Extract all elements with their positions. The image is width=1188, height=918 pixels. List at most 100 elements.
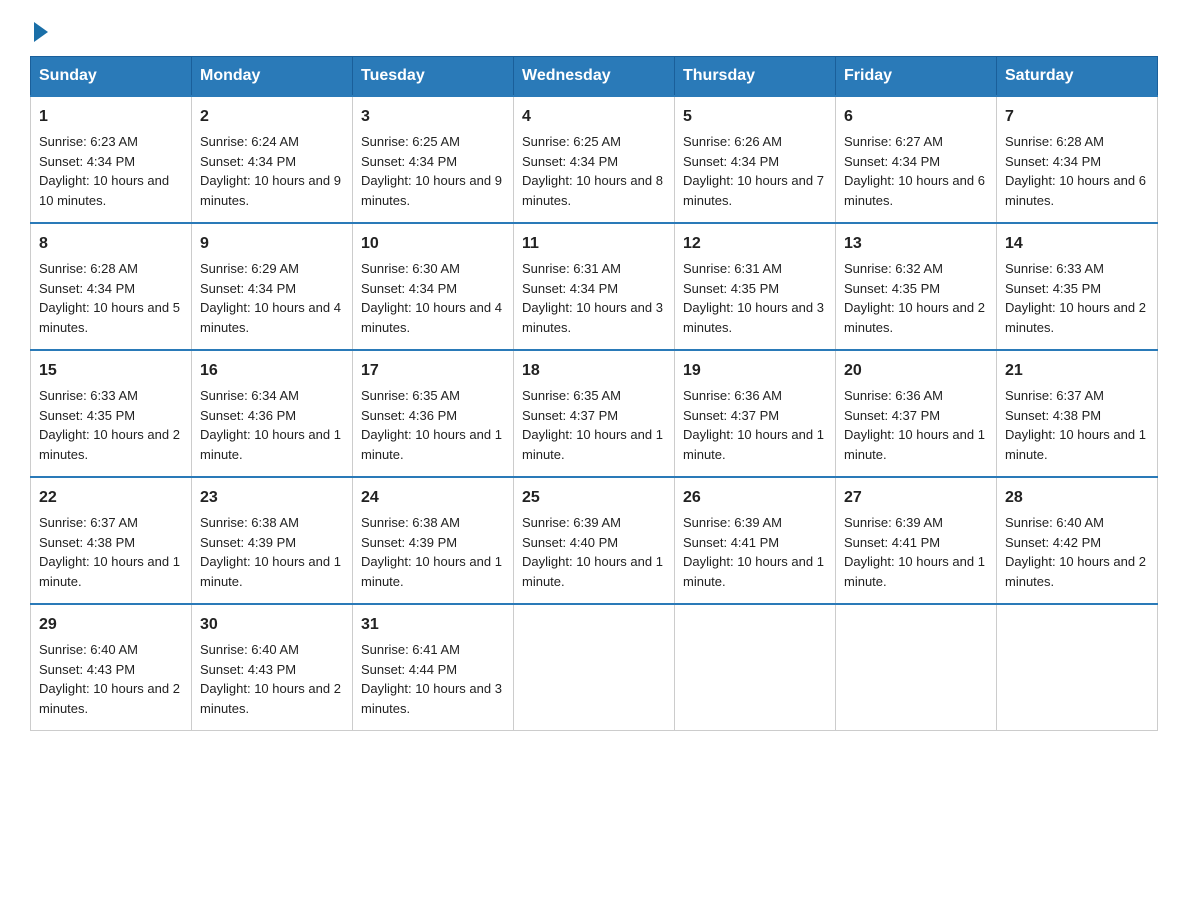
- calendar-cell: 11 Sunrise: 6:31 AM Sunset: 4:34 PM Dayl…: [514, 223, 675, 350]
- calendar-cell: 23 Sunrise: 6:38 AM Sunset: 4:39 PM Dayl…: [192, 477, 353, 604]
- sunset-label: Sunset: 4:34 PM: [39, 154, 135, 169]
- day-header-monday: Monday: [192, 57, 353, 97]
- daylight-label: Daylight: 10 hours and 9 minutes.: [200, 173, 341, 208]
- day-number: 28: [1005, 486, 1149, 510]
- calendar-cell: 24 Sunrise: 6:38 AM Sunset: 4:39 PM Dayl…: [353, 477, 514, 604]
- daylight-label: Daylight: 10 hours and 1 minute.: [361, 427, 502, 462]
- sunrise-label: Sunrise: 6:39 AM: [683, 515, 782, 530]
- sunset-label: Sunset: 4:40 PM: [522, 535, 618, 550]
- calendar-cell: 12 Sunrise: 6:31 AM Sunset: 4:35 PM Dayl…: [675, 223, 836, 350]
- day-number: 9: [200, 232, 344, 256]
- calendar-cell: 26 Sunrise: 6:39 AM Sunset: 4:41 PM Dayl…: [675, 477, 836, 604]
- daylight-label: Daylight: 10 hours and 1 minute.: [361, 554, 502, 589]
- calendar-cell: [675, 604, 836, 731]
- day-number: 11: [522, 232, 666, 256]
- day-number: 18: [522, 359, 666, 383]
- daylight-label: Daylight: 10 hours and 2 minutes.: [39, 427, 180, 462]
- sunrise-label: Sunrise: 6:36 AM: [844, 388, 943, 403]
- day-header-thursday: Thursday: [675, 57, 836, 97]
- sunset-label: Sunset: 4:43 PM: [200, 662, 296, 677]
- day-number: 31: [361, 613, 505, 637]
- daylight-label: Daylight: 10 hours and 3 minutes.: [683, 300, 824, 335]
- logo-arrow-icon: [34, 22, 48, 42]
- sunrise-label: Sunrise: 6:40 AM: [39, 642, 138, 657]
- daylight-label: Daylight: 10 hours and 4 minutes.: [361, 300, 502, 335]
- sunrise-label: Sunrise: 6:28 AM: [39, 261, 138, 276]
- calendar-cell: 27 Sunrise: 6:39 AM Sunset: 4:41 PM Dayl…: [836, 477, 997, 604]
- calendar-cell: 14 Sunrise: 6:33 AM Sunset: 4:35 PM Dayl…: [997, 223, 1158, 350]
- calendar-cell: 25 Sunrise: 6:39 AM Sunset: 4:40 PM Dayl…: [514, 477, 675, 604]
- sunrise-label: Sunrise: 6:25 AM: [361, 134, 460, 149]
- day-header-friday: Friday: [836, 57, 997, 97]
- sunset-label: Sunset: 4:44 PM: [361, 662, 457, 677]
- daylight-label: Daylight: 10 hours and 2 minutes.: [39, 681, 180, 716]
- day-number: 10: [361, 232, 505, 256]
- sunrise-label: Sunrise: 6:25 AM: [522, 134, 621, 149]
- sunset-label: Sunset: 4:34 PM: [522, 281, 618, 296]
- sunrise-label: Sunrise: 6:38 AM: [361, 515, 460, 530]
- day-number: 17: [361, 359, 505, 383]
- calendar-cell: 4 Sunrise: 6:25 AM Sunset: 4:34 PM Dayli…: [514, 96, 675, 223]
- day-number: 4: [522, 105, 666, 129]
- day-header-tuesday: Tuesday: [353, 57, 514, 97]
- day-number: 13: [844, 232, 988, 256]
- day-header-wednesday: Wednesday: [514, 57, 675, 97]
- calendar-cell: 10 Sunrise: 6:30 AM Sunset: 4:34 PM Dayl…: [353, 223, 514, 350]
- sunset-label: Sunset: 4:39 PM: [361, 535, 457, 550]
- sunset-label: Sunset: 4:41 PM: [683, 535, 779, 550]
- calendar-cell: 13 Sunrise: 6:32 AM Sunset: 4:35 PM Dayl…: [836, 223, 997, 350]
- sunset-label: Sunset: 4:34 PM: [844, 154, 940, 169]
- day-number: 7: [1005, 105, 1149, 129]
- sunrise-label: Sunrise: 6:23 AM: [39, 134, 138, 149]
- calendar-week-row: 15 Sunrise: 6:33 AM Sunset: 4:35 PM Dayl…: [31, 350, 1158, 477]
- day-number: 16: [200, 359, 344, 383]
- sunset-label: Sunset: 4:34 PM: [39, 281, 135, 296]
- daylight-label: Daylight: 10 hours and 4 minutes.: [200, 300, 341, 335]
- calendar-week-row: 8 Sunrise: 6:28 AM Sunset: 4:34 PM Dayli…: [31, 223, 1158, 350]
- calendar-cell: 21 Sunrise: 6:37 AM Sunset: 4:38 PM Dayl…: [997, 350, 1158, 477]
- day-number: 22: [39, 486, 183, 510]
- sunrise-label: Sunrise: 6:38 AM: [200, 515, 299, 530]
- sunrise-label: Sunrise: 6:27 AM: [844, 134, 943, 149]
- daylight-label: Daylight: 10 hours and 1 minute.: [522, 554, 663, 589]
- sunset-label: Sunset: 4:34 PM: [522, 154, 618, 169]
- daylight-label: Daylight: 10 hours and 10 minutes.: [39, 173, 169, 208]
- sunrise-label: Sunrise: 6:39 AM: [522, 515, 621, 530]
- sunset-label: Sunset: 4:35 PM: [39, 408, 135, 423]
- sunrise-label: Sunrise: 6:29 AM: [200, 261, 299, 276]
- calendar-cell: 15 Sunrise: 6:33 AM Sunset: 4:35 PM Dayl…: [31, 350, 192, 477]
- sunset-label: Sunset: 4:34 PM: [361, 281, 457, 296]
- calendar-week-row: 1 Sunrise: 6:23 AM Sunset: 4:34 PM Dayli…: [31, 96, 1158, 223]
- day-header-saturday: Saturday: [997, 57, 1158, 97]
- daylight-label: Daylight: 10 hours and 2 minutes.: [1005, 554, 1146, 589]
- day-number: 19: [683, 359, 827, 383]
- day-number: 29: [39, 613, 183, 637]
- daylight-label: Daylight: 10 hours and 7 minutes.: [683, 173, 824, 208]
- calendar-cell: 30 Sunrise: 6:40 AM Sunset: 4:43 PM Dayl…: [192, 604, 353, 731]
- daylight-label: Daylight: 10 hours and 1 minute.: [844, 427, 985, 462]
- calendar-cell: 20 Sunrise: 6:36 AM Sunset: 4:37 PM Dayl…: [836, 350, 997, 477]
- sunset-label: Sunset: 4:34 PM: [361, 154, 457, 169]
- day-number: 15: [39, 359, 183, 383]
- daylight-label: Daylight: 10 hours and 1 minute.: [844, 554, 985, 589]
- daylight-label: Daylight: 10 hours and 6 minutes.: [844, 173, 985, 208]
- daylight-label: Daylight: 10 hours and 8 minutes.: [522, 173, 663, 208]
- calendar-cell: 9 Sunrise: 6:29 AM Sunset: 4:34 PM Dayli…: [192, 223, 353, 350]
- sunrise-label: Sunrise: 6:28 AM: [1005, 134, 1104, 149]
- sunset-label: Sunset: 4:42 PM: [1005, 535, 1101, 550]
- sunrise-label: Sunrise: 6:37 AM: [39, 515, 138, 530]
- calendar-cell: 29 Sunrise: 6:40 AM Sunset: 4:43 PM Dayl…: [31, 604, 192, 731]
- calendar-cell: 28 Sunrise: 6:40 AM Sunset: 4:42 PM Dayl…: [997, 477, 1158, 604]
- daylight-label: Daylight: 10 hours and 1 minute.: [522, 427, 663, 462]
- sunrise-label: Sunrise: 6:31 AM: [522, 261, 621, 276]
- daylight-label: Daylight: 10 hours and 3 minutes.: [361, 681, 502, 716]
- day-number: 3: [361, 105, 505, 129]
- calendar-cell: 2 Sunrise: 6:24 AM Sunset: 4:34 PM Dayli…: [192, 96, 353, 223]
- sunrise-label: Sunrise: 6:33 AM: [1005, 261, 1104, 276]
- sunset-label: Sunset: 4:37 PM: [683, 408, 779, 423]
- calendar-header-row: SundayMondayTuesdayWednesdayThursdayFrid…: [31, 57, 1158, 97]
- daylight-label: Daylight: 10 hours and 2 minutes.: [1005, 300, 1146, 335]
- daylight-label: Daylight: 10 hours and 1 minute.: [39, 554, 180, 589]
- daylight-label: Daylight: 10 hours and 1 minute.: [1005, 427, 1146, 462]
- calendar-cell: 7 Sunrise: 6:28 AM Sunset: 4:34 PM Dayli…: [997, 96, 1158, 223]
